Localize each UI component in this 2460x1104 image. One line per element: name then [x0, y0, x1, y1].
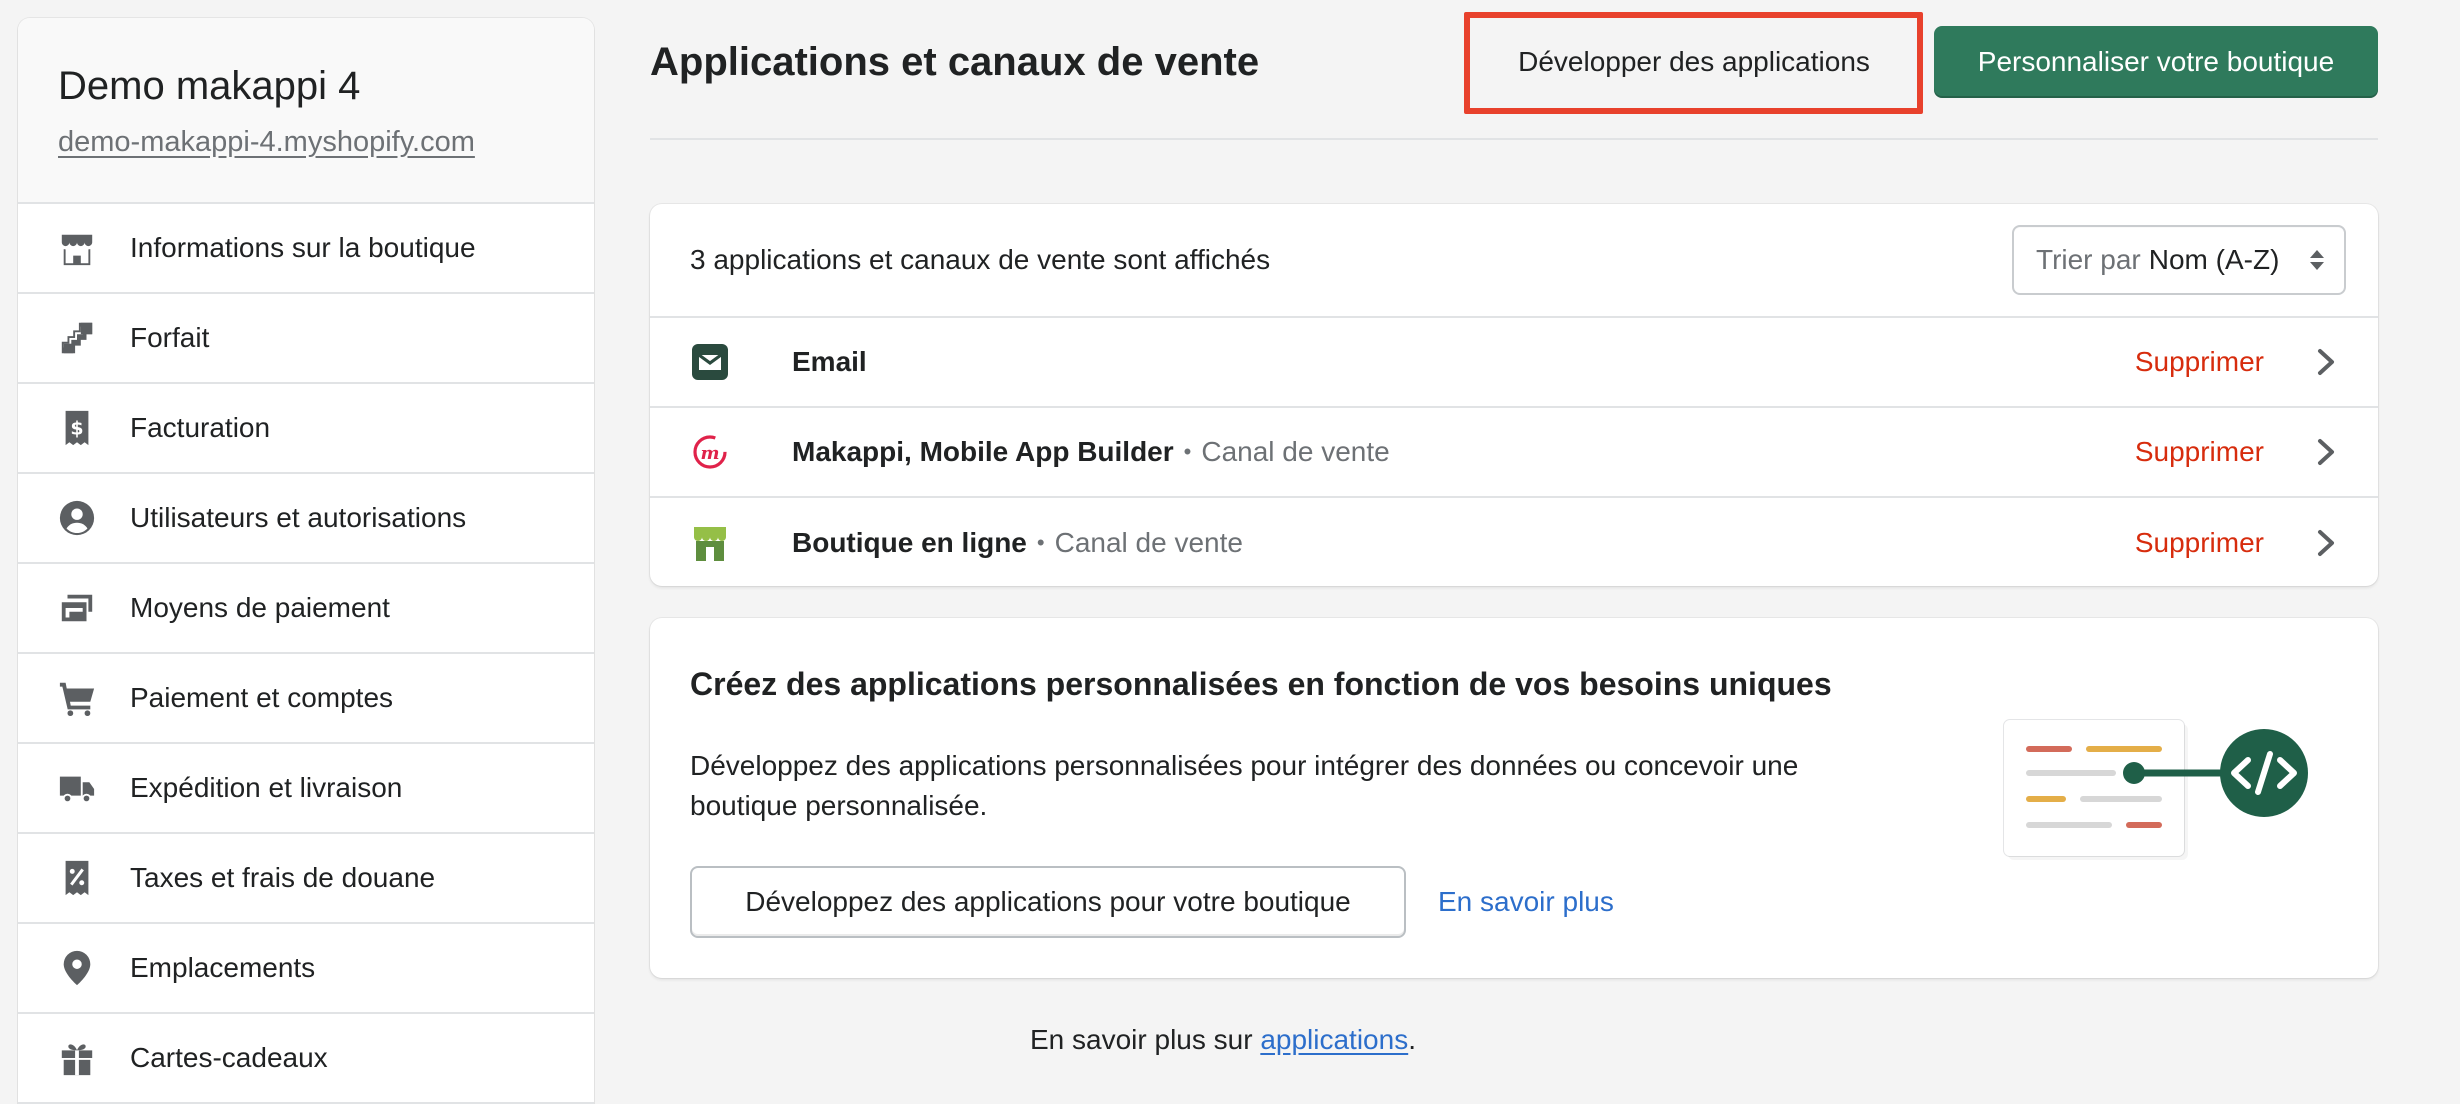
sidebar-item-label: Facturation	[130, 412, 271, 443]
learn-more-link[interactable]: En savoir plus	[1438, 886, 1614, 918]
develop-store-apps-button[interactable]: Développez des applications pour votre b…	[690, 866, 1406, 938]
truck-icon	[58, 769, 96, 807]
bullet-separator: •	[1183, 439, 1192, 464]
app-row-makappi[interactable]: m Makappi, Mobile App Builder • Canal de…	[650, 408, 2378, 498]
footer-suffix: .	[1408, 1024, 1416, 1055]
customize-store-button[interactable]: Personnaliser votre boutique	[1934, 26, 2378, 98]
sidebar-item-locations[interactable]: Emplacements	[18, 924, 594, 1014]
sidebar-item-payment-methods[interactable]: Moyens de paiement	[18, 564, 594, 654]
sidebar-item-taxes[interactable]: Taxes et frais de douane	[18, 834, 594, 924]
makappi-logo-icon: m	[690, 432, 730, 472]
sidebar-item-shipping[interactable]: Expédition et livraison	[18, 744, 594, 834]
email-icon	[690, 342, 730, 382]
app-type: Canal de vente	[1201, 436, 1390, 467]
custom-apps-description: Développez des applications personnalisé…	[690, 750, 1799, 821]
app-name: Makappi, Mobile App Builder	[792, 436, 1174, 467]
app-row-online-store[interactable]: Boutique en ligne • Canal de vente Suppr…	[650, 498, 2378, 586]
sidebar-item-billing[interactable]: $ Facturation	[18, 384, 594, 474]
remove-app-button[interactable]: Supprimer	[2135, 527, 2264, 559]
cart-icon	[58, 679, 96, 717]
store-name: Demo makappi 4	[58, 64, 361, 108]
sidebar-item-label: Moyens de paiement	[130, 592, 390, 623]
user-circle-icon	[58, 499, 96, 537]
app-row-email[interactable]: Email Supprimer	[650, 318, 2378, 408]
sidebar-item-plan[interactable]: Forfait	[18, 294, 594, 384]
location-pin-icon	[58, 949, 96, 987]
footer-prefix: En savoir plus sur	[1030, 1024, 1261, 1055]
store-header: Demo makappi 4 demo-makappi-4.myshopify.…	[18, 18, 594, 204]
tax-receipt-icon	[58, 859, 96, 897]
custom-apps-card: Créez des applications personnalisées en…	[650, 618, 2378, 978]
apps-list-card: 3 applications et canaux de vente sont a…	[650, 204, 2378, 586]
sidebar-item-store-details[interactable]: Informations sur la boutique	[18, 204, 594, 294]
chevron-right-icon	[2314, 529, 2338, 557]
sidebar-item-label: Emplacements	[130, 952, 316, 983]
develop-apps-button[interactable]: Développer des applications	[1478, 26, 1910, 98]
sidebar-item-label: Paiement et comptes	[130, 682, 394, 713]
apps-count-text: 3 applications et canaux de vente sont a…	[690, 244, 1271, 275]
chevron-right-icon	[2314, 348, 2338, 376]
chevron-right-icon	[2314, 438, 2338, 466]
app-name: Email	[792, 346, 867, 377]
sidebar-item-checkout[interactable]: Paiement et comptes	[18, 654, 594, 744]
online-store-icon	[690, 523, 730, 563]
svg-text:m: m	[700, 443, 719, 464]
store-url-link[interactable]: demo-makappi-4.myshopify.com	[58, 126, 475, 159]
app-type: Canal de vente	[1054, 527, 1243, 558]
sidebar-item-label: Utilisateurs et autorisations	[130, 502, 467, 533]
custom-apps-title: Créez des applications personnalisées en…	[690, 666, 1832, 702]
sort-select[interactable]: Trier par Nom (A-Z)	[2012, 225, 2346, 295]
plan-icon	[58, 319, 96, 357]
page-title: Applications et canaux de vente	[650, 40, 1260, 84]
sort-selected-value: Nom (A-Z)	[2148, 244, 2280, 275]
billing-receipt-icon: $	[58, 409, 96, 447]
footer-note: En savoir plus sur applications.	[0, 1024, 2460, 1056]
remove-app-button[interactable]: Supprimer	[2135, 436, 2264, 468]
settings-sidebar: Demo makappi 4 demo-makappi-4.myshopify.…	[18, 18, 594, 1104]
code-illustration-icon	[2003, 719, 2308, 860]
svg-text:$: $	[70, 418, 83, 440]
sidebar-item-users[interactable]: Utilisateurs et autorisations	[18, 474, 594, 564]
sidebar-item-label: Forfait	[130, 322, 210, 353]
select-arrows-icon	[2310, 250, 2324, 270]
applications-link[interactable]: applications	[1260, 1024, 1408, 1055]
header-divider	[650, 138, 2378, 140]
sort-prefix-label: Trier par	[2036, 244, 2141, 275]
remove-app-button[interactable]: Supprimer	[2135, 346, 2264, 378]
bullet-separator: •	[1036, 530, 1045, 555]
sidebar-item-label: Informations sur la boutique	[130, 232, 476, 263]
sidebar-item-label: Expédition et livraison	[130, 772, 403, 803]
payment-card-icon	[58, 589, 96, 627]
apps-list-header: 3 applications et canaux de vente sont a…	[650, 204, 2378, 318]
app-name: Boutique en ligne	[792, 527, 1027, 558]
store-icon	[58, 229, 96, 267]
sidebar-item-label: Taxes et frais de douane	[130, 862, 436, 893]
